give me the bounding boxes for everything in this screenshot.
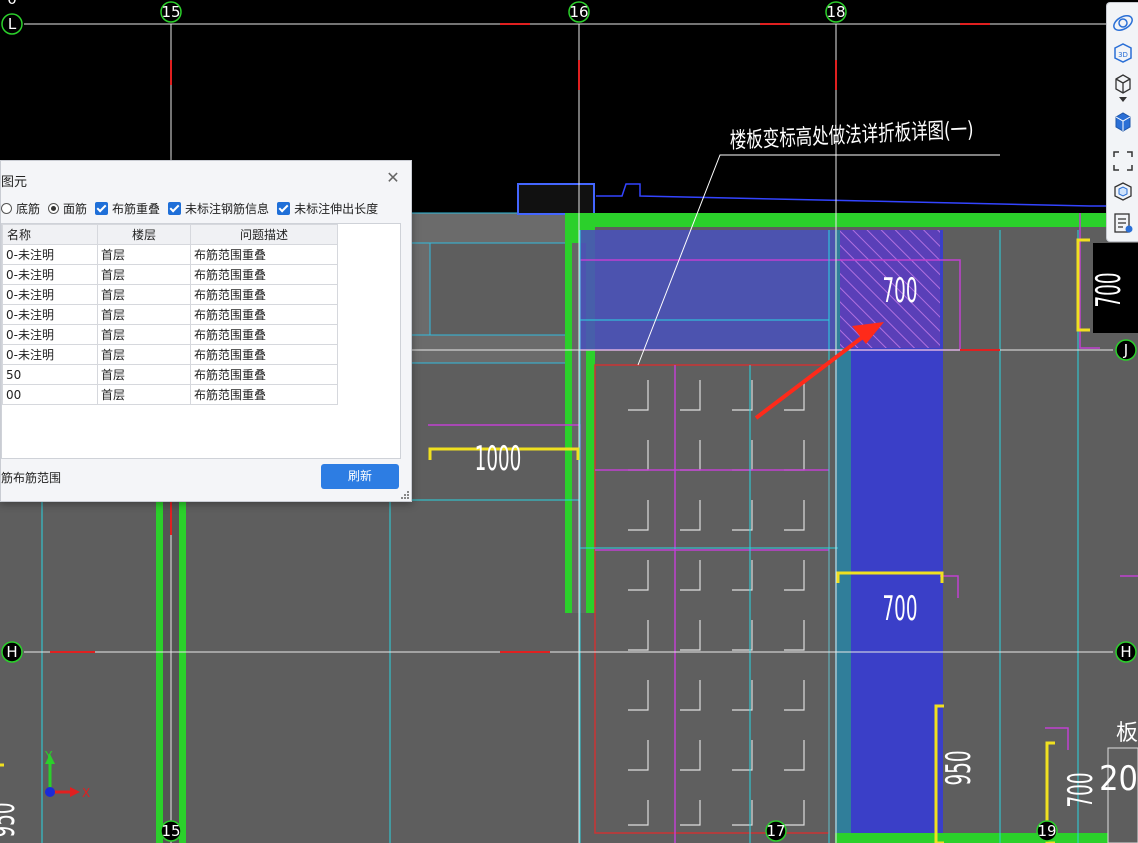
radio-label: 底筋 [16, 201, 41, 216]
cell-description: 布筋范围重叠 [190, 244, 338, 265]
resize-grip-icon[interactable] [401, 491, 409, 499]
table-row[interactable]: 0-未注明 首层 布筋范围重叠 [2, 344, 338, 365]
filter-options: 底筋 面筋 布筋重叠 未标注钢筋信息 未标注伸出长度 [1, 198, 386, 218]
axis-label-J-right: J [1123, 341, 1128, 359]
table-row[interactable]: 0-未注明 首层 布筋范围重叠 [2, 264, 338, 285]
properties-icon[interactable] [1111, 211, 1135, 235]
table-row[interactable]: 0-未注明 首层 布筋范围重叠 [2, 244, 338, 265]
fit-window-icon[interactable] [1111, 149, 1135, 173]
view-toolbar: 3D [1106, 2, 1138, 242]
unlabeled-rebar-checkbox[interactable]: 未标注钢筋信息 [168, 200, 269, 217]
cell-floor: 首层 [97, 364, 191, 385]
solid-cube-icon[interactable] [1111, 109, 1135, 133]
checkbox-icon [277, 201, 291, 215]
3d-label: 3D [1118, 51, 1128, 59]
axis-label-17-bottom: 17 [766, 822, 785, 840]
dim-1000: 1000 [475, 438, 522, 478]
cell-name: 0-未注明 [2, 244, 98, 265]
dialog-title: 图元 [1, 175, 28, 190]
table-row[interactable]: 0-未注明 首层 布筋范围重叠 [2, 284, 338, 305]
dim-700-right: 700 [1088, 272, 1128, 307]
cell-floor: 首层 [97, 384, 191, 405]
cell-description: 布筋范围重叠 [190, 324, 338, 345]
cell-name: 0-未注明 [2, 324, 98, 345]
cell-name: 50 [2, 364, 98, 385]
slab-grid [594, 364, 830, 834]
cell-name: 0-未注明 [2, 284, 98, 305]
cell-floor: 首层 [97, 264, 191, 285]
checkbox-icon [95, 201, 109, 215]
cell-floor: 首层 [97, 284, 191, 305]
axis-label-H-right: H [1120, 643, 1131, 661]
cell-description: 布筋范围重叠 [190, 344, 338, 365]
cell-name: 0-未注明 [2, 264, 98, 285]
checkbox-label: 未标注钢筋信息 [185, 201, 270, 216]
dim-950: 950 [938, 750, 978, 785]
axis-label-15-top: 15 [161, 3, 180, 21]
axis-label-15-bottom: 15 [161, 822, 180, 840]
check-dialog: 图元 ✕ 底筋 面筋 布筋重叠 未标注钢筋信息 未标注伸出长度 名称 楼层 问题… [0, 160, 412, 502]
column-header-name[interactable]: 名称 [2, 224, 98, 245]
cell-description: 布筋范围重叠 [190, 384, 338, 405]
orbit-icon[interactable] [1111, 11, 1135, 35]
radio-icon [48, 202, 60, 214]
unlabeled-extension-checkbox[interactable]: 未标注伸出长度 [277, 200, 378, 217]
axis-label-16-top: 16 [569, 3, 588, 21]
cube-nav-icon[interactable] [1111, 179, 1135, 203]
axis-label-L: L [8, 15, 17, 33]
annotation-partial-right: 板底 [1116, 721, 1138, 746]
radio-label: 面筋 [63, 201, 88, 216]
cell-description: 布筋范围重叠 [190, 284, 338, 305]
table-row[interactable]: 50 首层 布筋范围重叠 [2, 364, 338, 385]
cube-view-icon[interactable] [1111, 71, 1135, 95]
issue-table: 名称 楼层 问题描述 0-未注明 首层 布筋范围重叠 0-未注明 首层 布筋范围重叠 0-未… [1, 223, 401, 459]
refresh-button[interactable]: 刷新 [321, 464, 399, 489]
close-icon[interactable]: ✕ [384, 169, 402, 187]
footer-label: 筋布筋范围 [1, 471, 62, 485]
column-header-description[interactable]: 问题描述 [190, 224, 338, 245]
table-row[interactable]: 0-未注明 首层 布筋范围重叠 [2, 324, 338, 345]
cell-floor: 首层 [97, 304, 191, 325]
top-rebar-radio[interactable]: 面筋 [48, 200, 87, 217]
checkbox-label: 布筋重叠 [112, 201, 161, 216]
axis-label-19-bottom: 19 [1037, 822, 1056, 840]
dim-partial-left: 950 [0, 802, 22, 837]
table-row[interactable]: 0-未注明 首层 布筋范围重叠 [2, 304, 338, 325]
checkbox-icon [168, 201, 182, 215]
axis-label-18-top: 18 [826, 3, 845, 21]
dim-700-bottom: 700 [1060, 772, 1100, 807]
axis-label-H-left: H [6, 643, 17, 661]
column-header-floor[interactable]: 楼层 [97, 224, 191, 245]
cell-name: 0-未注明 [2, 344, 98, 365]
radio-icon [1, 202, 12, 214]
cell-name: 0-未注明 [2, 304, 98, 325]
cell-description: 布筋范围重叠 [190, 364, 338, 385]
cell-description: 布筋范围重叠 [190, 304, 338, 325]
dim-700-top: 700 [882, 270, 917, 310]
cell-name: 00 [2, 384, 98, 405]
coord-y-label: Y [44, 749, 53, 763]
top-beam [594, 213, 1138, 227]
table-row[interactable]: 00 首层 布筋范围重叠 [2, 384, 338, 405]
cell-floor: 首层 [97, 344, 191, 365]
dim-20-partial: 20 [1099, 759, 1138, 799]
table-header-row: 名称 楼层 问题描述 [2, 224, 338, 245]
cell-floor: 首层 [97, 244, 191, 265]
cell-description: 布筋范围重叠 [190, 264, 338, 285]
bottom-rebar-radio[interactable]: 底筋 [1, 200, 40, 217]
corner-zero-label: 0 [7, 0, 17, 8]
checkbox-label: 未标注伸出长度 [294, 201, 379, 216]
3d-view-icon[interactable]: 3D [1111, 41, 1135, 65]
cell-floor: 首层 [97, 324, 191, 345]
dim-700-mid: 700 [882, 588, 917, 628]
view-dropdown-icon[interactable] [1111, 95, 1135, 105]
overlap-checkbox[interactable]: 布筋重叠 [95, 200, 160, 217]
coord-x-label: X [82, 786, 90, 800]
